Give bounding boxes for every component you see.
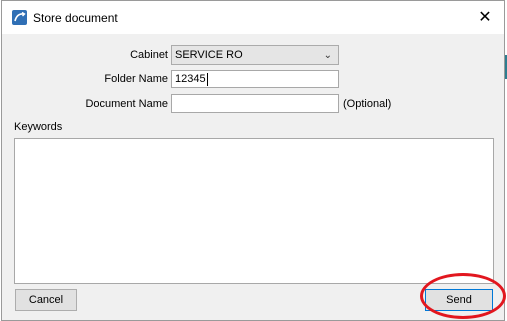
close-button[interactable]: ✕ [466,1,504,34]
cancel-button[interactable]: Cancel [15,289,77,311]
folder-name-label: Folder Name [104,73,168,85]
cancel-button-label: Cancel [28,294,64,306]
store-document-dialog: Store document ✕ Cabinet SERVICE RO ⌄ Fo… [1,0,505,321]
window-title: Store document [33,11,118,25]
folder-name-value: 12345 [175,73,206,85]
text-cursor [206,72,208,86]
cabinet-select[interactable]: SERVICE RO ⌄ [171,45,339,65]
document-name-label: Document Name [85,98,168,110]
keywords-label: Keywords [14,121,63,133]
close-icon: ✕ [478,9,492,26]
folder-name-input[interactable]: 12345 [171,70,339,88]
store-document-icon [12,10,27,25]
title-bar: Store document ✕ [2,1,504,34]
document-name-input[interactable] [171,94,339,113]
keywords-textarea[interactable] [14,138,494,284]
chevron-down-icon: ⌄ [323,50,332,61]
send-button-label: Send [446,294,472,306]
optional-hint: (Optional) [343,98,392,110]
cabinet-label: Cabinet [130,49,168,61]
cabinet-value: SERVICE RO [175,49,243,61]
send-button[interactable]: Send [425,289,493,311]
